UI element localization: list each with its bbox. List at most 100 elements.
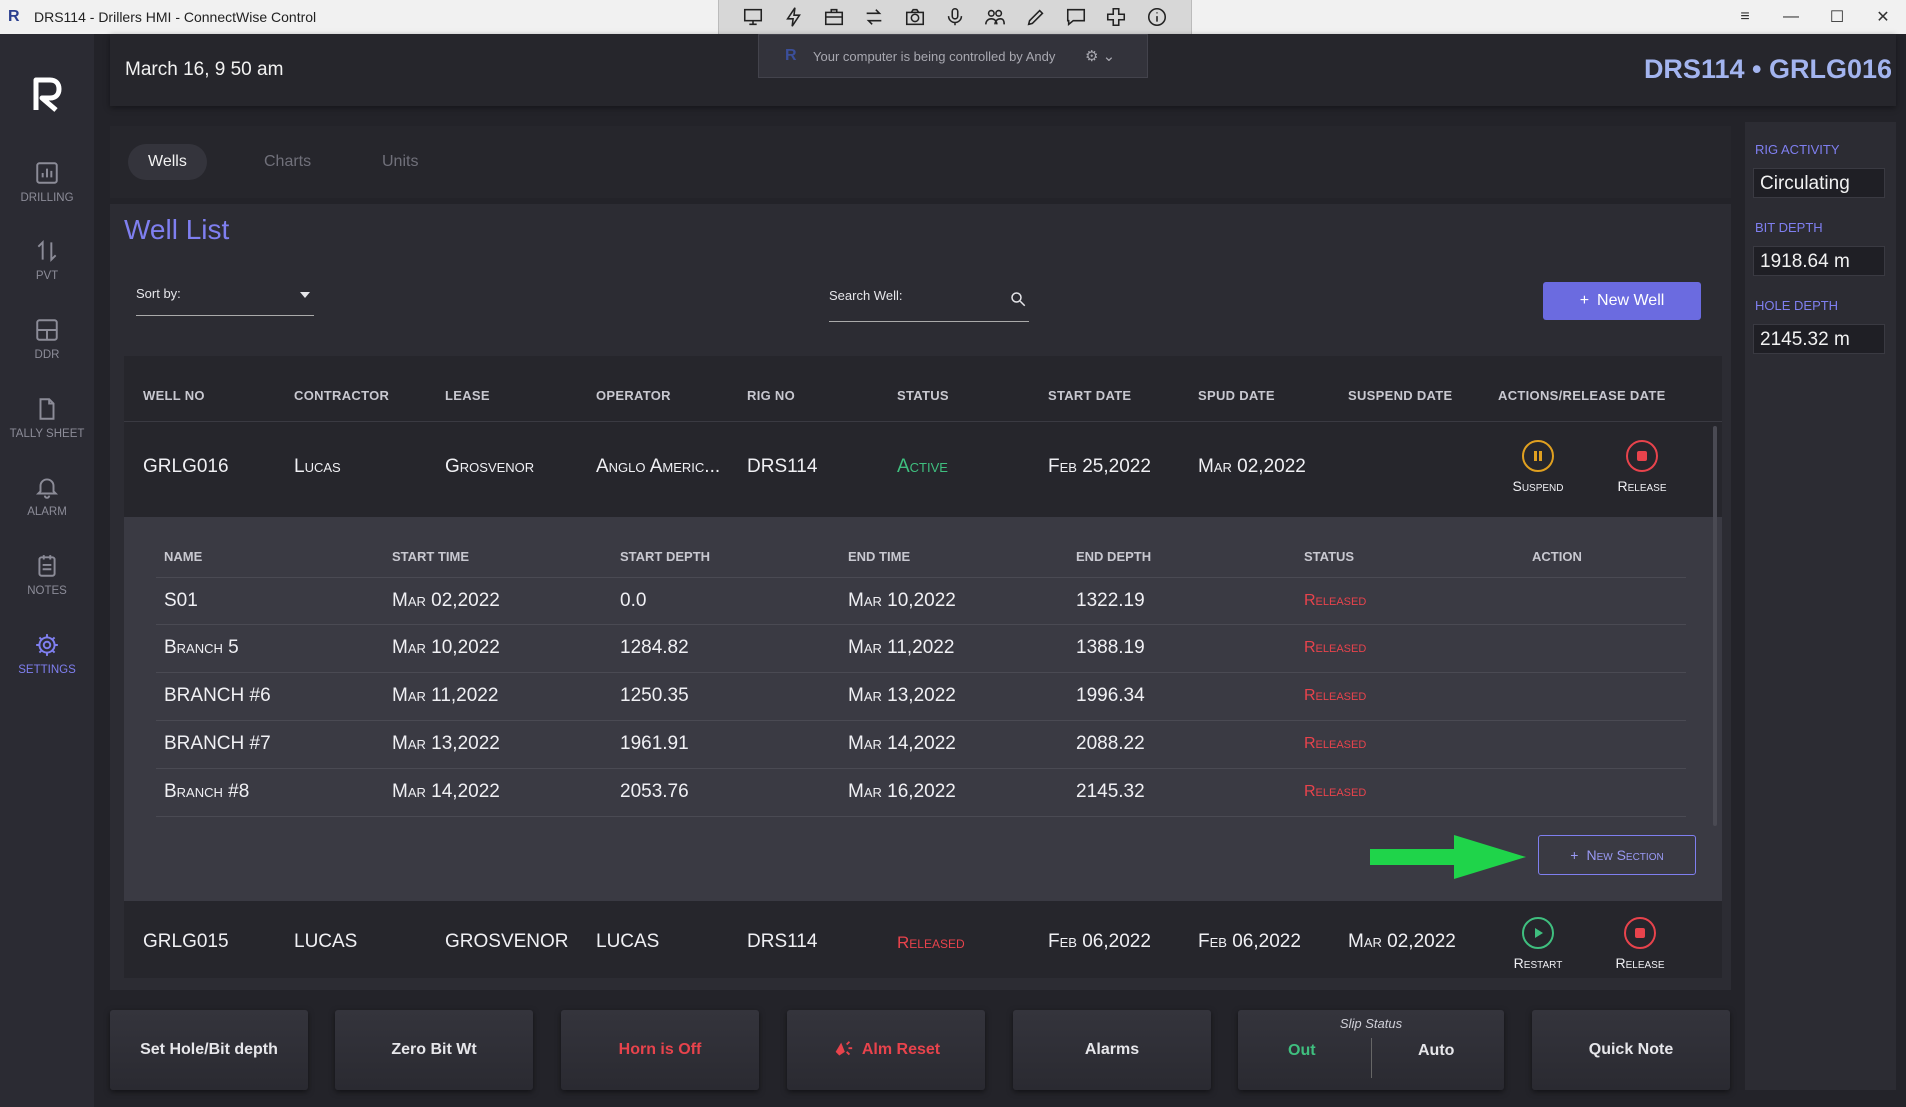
sort-by-select[interactable]: Sort by: (136, 286, 314, 316)
rig-activity-value: Circulating (1753, 168, 1885, 198)
table-row[interactable]: GRLG016 Lucas Grosvenor Anglo Americ... … (124, 421, 1722, 517)
nav-item-settings[interactable]: SETTINGS (0, 632, 94, 712)
set-hole-bit-depth-button[interactable]: Set Hole/Bit depth (110, 1010, 308, 1090)
col-header: STATUS (897, 388, 949, 403)
banner-gear-icon[interactable]: ⚙ ⌄ (1085, 47, 1115, 65)
alarms-button[interactable]: Alarms (1013, 1010, 1211, 1090)
users-icon[interactable] (984, 6, 1006, 28)
quick-note-button[interactable]: Quick Note (1532, 1010, 1730, 1090)
section-row[interactable]: Branch #8 Mar 14,2022 2053.76 Mar 16,202… (156, 769, 1686, 817)
operator: LUCAS (596, 931, 660, 952)
main-panel: Well List Sort by: Search Well: + New We… (110, 204, 1731, 990)
section-start-depth: 1284.82 (620, 637, 689, 658)
monitor-icon[interactable] (742, 6, 764, 28)
bit-depth-label: BIT DEPTH (1755, 220, 1823, 235)
menu-icon[interactable]: ≡ (1722, 0, 1768, 34)
nav-item-pvt[interactable]: PVT (0, 238, 94, 318)
new-well-button[interactable]: + New Well (1543, 282, 1701, 320)
nav-item-notes[interactable]: NOTES (0, 553, 94, 633)
section-start-time: Mar 10,2022 (392, 637, 500, 658)
app-logo[interactable] (30, 74, 64, 114)
camera-icon[interactable] (904, 6, 926, 28)
chevron-down-icon (300, 292, 310, 298)
hole-depth-label: HOLE DEPTH (1755, 298, 1839, 313)
table-row[interactable]: GRLG015 LUCAS GROSVENOR LUCAS DRS114 Rel… (124, 901, 1722, 978)
rig-status-panel: RIG ACTIVITY Circulating BIT DEPTH 1918.… (1745, 122, 1896, 1090)
well-no: GRLG016 (143, 456, 229, 477)
alarm-reset-button[interactable]: Alm Reset (787, 1010, 985, 1090)
section-start-time: Mar 13,2022 (392, 733, 500, 754)
restart-button[interactable]: Restart (1498, 917, 1578, 971)
lightning-icon[interactable] (783, 6, 805, 28)
suspend-date: Mar 02,2022 (1348, 931, 1456, 952)
swap-icon[interactable] (863, 6, 885, 28)
spud-date: Feb 06,2022 (1198, 931, 1301, 952)
nav-label: DDR (34, 349, 60, 361)
nav-item-ddr[interactable]: DDR (0, 317, 94, 397)
left-nav: DRILLING PVT DDR TALLY SHEET ALARM NOTES… (0, 34, 94, 1107)
section-end-time: Mar 14,2022 (848, 733, 956, 754)
info-icon[interactable] (1146, 6, 1168, 28)
play-icon (1522, 917, 1554, 949)
close-button[interactable]: ✕ (1860, 0, 1906, 34)
hole-depth-value: 2145.32 m (1753, 324, 1885, 354)
header-date: March 16, 9 50 am (125, 59, 284, 80)
slip-auto-button[interactable]: Auto (1418, 1042, 1454, 1060)
horn-button[interactable]: Horn is Off (561, 1010, 759, 1090)
window-title: DRS114 - Drillers HMI - ConnectWise Cont… (34, 9, 317, 25)
tab-units[interactable]: Units (362, 144, 438, 180)
move-icon[interactable] (1105, 6, 1127, 28)
suspend-button[interactable]: Suspend (1498, 440, 1578, 494)
nav-label: TALLY SHEET (9, 428, 85, 440)
nav-item-tally-sheet[interactable]: TALLY SHEET (0, 396, 94, 476)
section-row[interactable]: Branch 5 Mar 10,2022 1284.82 Mar 11,2022… (156, 625, 1686, 673)
slip-status-panel: Slip Status Out Auto (1238, 1010, 1504, 1090)
nav-label: NOTES (27, 585, 67, 597)
tab-charts[interactable]: Charts (244, 144, 331, 180)
section-name: Branch #8 (164, 781, 250, 802)
tabs-panel: Wells Charts Units (110, 126, 1731, 198)
col-header: OPERATOR (596, 388, 671, 403)
tab-wells[interactable]: Wells (128, 144, 207, 180)
section-row[interactable]: S01 Mar 02,2022 0.0 Mar 10,2022 1322.19 … (156, 577, 1686, 625)
banner-logo: R (785, 47, 797, 64)
section-row[interactable]: BRANCH #6 Mar 11,2022 1250.35 Mar 13,202… (156, 673, 1686, 721)
nav-item-alarm[interactable]: ALARM (0, 474, 94, 554)
col-header: LEASE (445, 388, 490, 403)
section-end-depth: 1322.19 (1076, 590, 1145, 611)
section-row[interactable]: BRANCH #7 Mar 13,2022 1961.91 Mar 14,202… (156, 721, 1686, 769)
green-arrow-icon (1370, 835, 1526, 879)
maximize-button[interactable]: ☐ (1814, 0, 1860, 34)
start-date: Feb 06,2022 (1048, 931, 1151, 952)
col-header: START DEPTH (620, 549, 711, 564)
section-end-time: Mar 10,2022 (848, 590, 956, 611)
arrows-up-down-icon (37, 239, 57, 263)
release-button[interactable]: Release (1602, 440, 1682, 494)
new-well-label: New Well (1597, 292, 1665, 309)
lease: Grosvenor (445, 456, 535, 477)
section-status: Released (1304, 735, 1367, 752)
app-icon: R (8, 8, 20, 25)
microphone-icon[interactable] (944, 6, 966, 28)
search-well-input[interactable]: Search Well: (829, 280, 1029, 322)
nav-item-drilling[interactable]: DRILLING (0, 160, 94, 240)
section-end-depth: 2088.22 (1076, 733, 1145, 754)
zero-bit-wt-button[interactable]: Zero Bit Wt (335, 1010, 533, 1090)
rig-no: DRS114 (747, 456, 818, 477)
col-header: ACTION (1532, 549, 1582, 564)
alarm-reset-icon (835, 1041, 853, 1056)
rig-activity-label: RIG ACTIVITY (1755, 142, 1840, 157)
minimize-button[interactable]: — (1768, 0, 1814, 34)
col-header: SPUD DATE (1198, 388, 1275, 403)
new-section-button[interactable]: + New Section (1538, 835, 1696, 875)
divider (1371, 1038, 1372, 1078)
section-end-depth: 2145.32 (1076, 781, 1145, 802)
slip-out-button[interactable]: Out (1288, 1042, 1316, 1060)
start-date: Feb 25,2022 (1048, 456, 1151, 477)
pencil-icon[interactable] (1025, 6, 1047, 28)
chat-icon[interactable] (1065, 6, 1087, 28)
well-table: WELL NO CONTRACTOR LEASE OPERATOR RIG NO… (124, 356, 1722, 978)
table-scrollbar[interactable] (1713, 426, 1717, 826)
briefcase-icon[interactable] (823, 6, 845, 28)
release-button[interactable]: Release (1600, 917, 1680, 971)
